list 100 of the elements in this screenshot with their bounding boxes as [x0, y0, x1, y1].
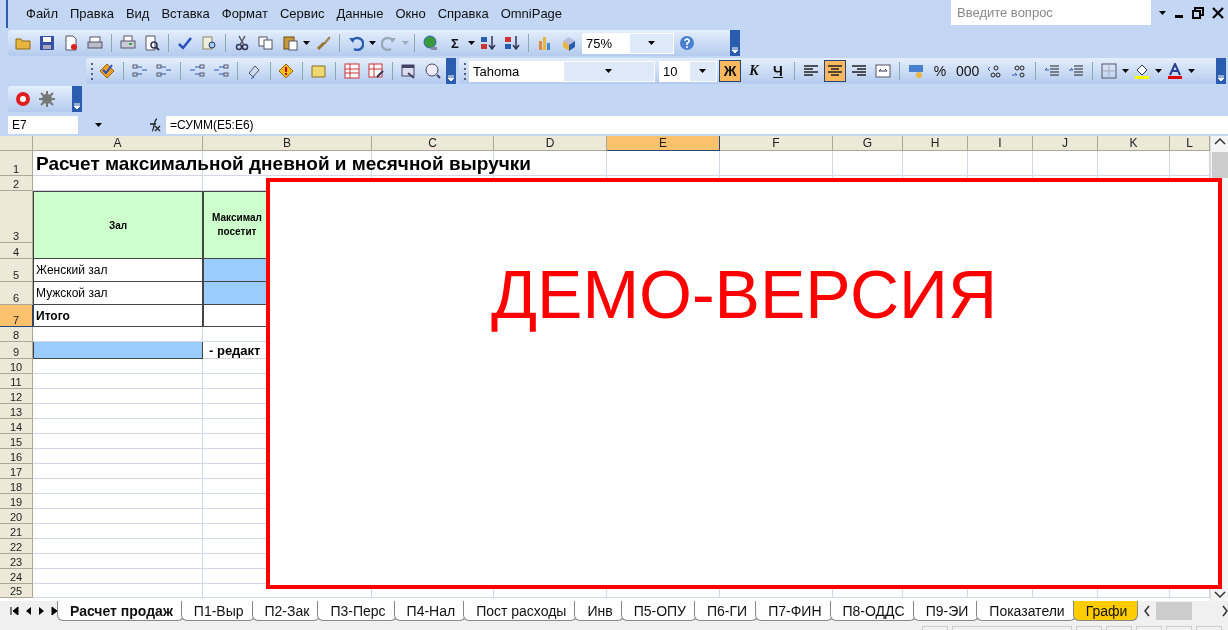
menu-item[interactable]: Окно — [389, 0, 432, 28]
scroll-right-icon[interactable] — [1220, 604, 1228, 618]
toolbar-grip-icon — [90, 61, 94, 81]
sheet-tab[interactable]: Инв — [574, 601, 624, 621]
sheet-tab[interactable]: П8-ОДДС — [829, 601, 916, 621]
sheet-tab[interactable]: П7-ФИН — [755, 601, 833, 621]
caret-icon[interactable] — [468, 39, 475, 47]
toolbar-options-icon[interactable] — [730, 30, 740, 56]
column-header[interactable]: D — [494, 136, 607, 151]
column-header[interactable]: C — [372, 136, 494, 151]
dropdown-arrow-icon[interactable] — [94, 121, 102, 129]
column-header[interactable]: K — [1098, 136, 1170, 151]
column-header[interactable]: L — [1170, 136, 1210, 151]
row-header[interactable]: 17 — [0, 464, 33, 479]
caret-icon[interactable] — [1122, 67, 1130, 75]
menu-item[interactable]: OmniPage — [494, 0, 569, 28]
row-header[interactable]: 1 — [0, 151, 33, 176]
toolbar-options-icon[interactable] — [72, 86, 82, 112]
table-cell: Мужской зал — [33, 282, 203, 305]
table-header-cell: Зал — [33, 191, 203, 259]
last-sheet-icon[interactable] — [51, 606, 60, 616]
dropdown-arrow-icon[interactable] — [1159, 8, 1166, 17]
row-header[interactable]: 7 — [0, 305, 33, 327]
menu-item[interactable]: Вид — [119, 0, 156, 28]
dropdown-arrow-icon[interactable] — [699, 67, 707, 75]
row-header[interactable]: 8 — [0, 327, 33, 342]
dropdown-arrow-icon[interactable] — [605, 67, 613, 75]
row-header[interactable]: 2 — [0, 176, 33, 191]
name-box[interactable]: E7 — [8, 116, 78, 134]
close-icon[interactable] — [1212, 6, 1224, 19]
help-search-field[interactable]: Введите вопрос — [951, 0, 1151, 25]
zoom-dropdown[interactable]: 75% — [582, 32, 674, 54]
menu-item[interactable]: Файл — [20, 0, 64, 28]
row-header[interactable]: 14 — [0, 419, 33, 434]
thousands-button[interactable]: 000 — [953, 60, 983, 82]
underline-button[interactable]: Ч — [767, 60, 789, 82]
row-header[interactable]: 23 — [0, 554, 33, 569]
row-header[interactable]: 12 — [0, 389, 33, 404]
bold-button[interactable]: Ж — [719, 60, 741, 82]
menu-item[interactable]: Формат — [215, 0, 274, 28]
font-size-dropdown[interactable]: 10 — [659, 60, 717, 82]
menu-item[interactable]: Вставка — [155, 0, 216, 28]
row-header[interactable]: 24 — [0, 569, 33, 584]
row-header[interactable]: 16 — [0, 449, 33, 464]
row-header[interactable]: 13 — [0, 404, 33, 419]
row-header[interactable]: 22 — [0, 539, 33, 554]
scroll-left-icon[interactable] — [1142, 604, 1153, 618]
previous-sheet-icon[interactable] — [25, 606, 32, 616]
menu-item[interactable]: Сервис — [273, 0, 331, 28]
scrollbar-thumb[interactable] — [1156, 602, 1193, 620]
caret-icon[interactable] — [369, 39, 376, 47]
toolbar-options-icon[interactable] — [446, 58, 456, 84]
menu-item[interactable]: Справка — [431, 0, 495, 28]
sheet-tab[interactable]: Расчет продаж — [57, 601, 184, 621]
sheet-tab[interactable]: П3-Перс — [317, 601, 397, 621]
sheet-tab[interactable]: Показатели — [976, 601, 1076, 621]
formula-field[interactable]: =СУММ(E5:E6) — [166, 116, 1228, 134]
row-header[interactable]: 3 — [0, 191, 33, 243]
sheet-tab[interactable]: Графи — [1072, 601, 1139, 621]
autosum-button[interactable]: Σ — [444, 32, 466, 54]
caret-icon[interactable] — [1188, 67, 1196, 75]
toolbar-options-icon[interactable] — [1216, 58, 1226, 84]
row-header[interactable]: 25 — [0, 584, 33, 598]
table-cell: Женский зал — [33, 259, 203, 282]
percent-button[interactable]: % — [929, 60, 951, 82]
column-header[interactable]: F — [720, 136, 833, 151]
row-header[interactable]: 11 — [0, 374, 33, 389]
column-header[interactable]: B — [203, 136, 372, 151]
row-header[interactable]: 10 — [0, 359, 33, 374]
row-header[interactable]: 9 — [0, 342, 33, 359]
sheet-tab[interactable]: П2-Зак — [251, 601, 321, 621]
row-header[interactable]: 15 — [0, 434, 33, 449]
row-header[interactable]: 6 — [0, 282, 33, 305]
menu-item[interactable]: Правка — [63, 0, 120, 28]
column-header[interactable]: E — [607, 136, 720, 151]
column-header[interactable]: I — [968, 136, 1033, 151]
row-header[interactable]: 21 — [0, 524, 33, 539]
table-cell: Итого — [33, 305, 203, 327]
font-name-dropdown[interactable]: Tahoma — [469, 60, 655, 82]
row-header[interactable]: 4 — [0, 243, 33, 259]
column-header[interactable]: H — [903, 136, 968, 151]
row-header[interactable]: 5 — [0, 259, 33, 282]
caret-icon[interactable] — [1155, 67, 1163, 75]
first-sheet-icon[interactable] — [10, 606, 19, 616]
row-header[interactable]: 18 — [0, 479, 33, 494]
row-header[interactable]: 20 — [0, 509, 33, 524]
sheet-title: Расчет максимальной дневной и месячной выручки — [35, 151, 532, 176]
sheet-tab[interactable]: П1-Выр — [180, 601, 255, 621]
scrollbar-thumb[interactable] — [1211, 152, 1228, 178]
sheet-tab[interactable]: П5-ОПУ — [620, 601, 697, 621]
column-header[interactable]: A — [33, 136, 203, 151]
menu-item[interactable]: Данные — [330, 0, 390, 28]
row-header[interactable]: 19 — [0, 494, 33, 509]
dropdown-arrow-icon[interactable] — [647, 39, 655, 47]
column-header[interactable]: J — [1033, 136, 1098, 151]
next-sheet-icon[interactable] — [38, 606, 45, 616]
restore-icon[interactable] — [1192, 6, 1204, 19]
column-header[interactable]: G — [833, 136, 903, 151]
italic-button[interactable]: К — [743, 60, 765, 82]
caret-icon[interactable] — [303, 39, 310, 47]
